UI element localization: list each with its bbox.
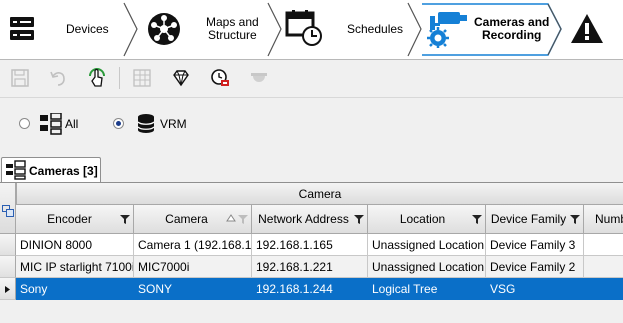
cell-number[interactable] [584, 278, 623, 300]
column-header-label: Encoder [47, 212, 92, 226]
nav-label-cameras-and-recording: Cameras and Recording [474, 15, 550, 42]
cell-network-address[interactable]: 192.168.1.244 [252, 278, 368, 300]
column-header-label: Numb [595, 212, 623, 226]
row-selector[interactable] [0, 278, 16, 300]
current-row-arrow-icon [5, 286, 10, 293]
filter-all-label: All [65, 117, 79, 131]
tab-strip: Cameras [3] [0, 152, 623, 183]
filter-bar: All VRM [0, 97, 623, 153]
table-row[interactable]: MIC IP starlight 7100i MIC7000i 192.168.… [0, 256, 623, 278]
tab-cameras[interactable]: Cameras [3] [1, 157, 101, 182]
camera-gear-icon [427, 12, 467, 48]
calendar-clock-icon [285, 10, 322, 46]
filter-funnel-icon[interactable] [471, 214, 483, 225]
toolbar-separator [119, 67, 120, 89]
warning-icon [571, 14, 603, 43]
cameras-grid: Camera Encoder Camera Network Address Lo… [0, 183, 623, 323]
diamond-icon[interactable] [170, 67, 192, 89]
filter-vrm-label: VRM [160, 117, 187, 131]
cell-location[interactable]: Logical Tree [368, 278, 486, 300]
column-header-location[interactable]: Location [368, 205, 486, 234]
group-header-camera: Camera [16, 183, 623, 205]
row-selector[interactable] [0, 256, 16, 278]
filter-all-radio[interactable] [19, 118, 30, 129]
cell-device-family[interactable]: VSG [486, 278, 584, 300]
schedule-record-icon[interactable] [209, 67, 231, 89]
network-hub-icon [148, 13, 180, 45]
camera-list-icon [6, 160, 26, 180]
dome-camera-icon[interactable] [248, 67, 270, 89]
filter-funnel-icon[interactable] [119, 214, 131, 225]
cell-encoder[interactable]: Sony [16, 278, 134, 300]
row-selector[interactable] [0, 234, 16, 256]
server-icon [10, 17, 34, 40]
cell-number[interactable] [584, 256, 623, 278]
nav-label-devices: Devices [66, 22, 109, 36]
column-header-camera[interactable]: Camera [134, 205, 252, 234]
column-header-network-address[interactable]: Network Address [252, 205, 368, 234]
filter-vrm-radio[interactable] [113, 118, 124, 129]
column-header-encoder[interactable]: Encoder [16, 205, 134, 234]
column-header-label: Network Address [258, 212, 349, 226]
nav-label-maps-and-structure: Maps and Structure [206, 15, 259, 42]
save-icon[interactable] [9, 67, 31, 89]
column-header-number[interactable]: Numb [584, 205, 623, 234]
cell-device-family[interactable]: Device Family 3 [486, 234, 584, 256]
nav-label-schedules: Schedules [347, 22, 404, 36]
toolbar [0, 60, 623, 96]
cell-location[interactable]: Unassigned Location [368, 234, 486, 256]
cell-number[interactable] [584, 234, 623, 256]
cell-camera[interactable]: SONY [134, 278, 252, 300]
column-chooser-icon [2, 205, 14, 217]
main-navigation: Devices Maps and Structure Schedules Cam… [0, 0, 623, 60]
tab-cameras-label: Cameras [3] [29, 164, 98, 178]
group-header-label: Camera [298, 187, 342, 201]
cell-encoder[interactable]: DINION 8000 [16, 234, 134, 256]
grid-corner[interactable] [0, 183, 16, 234]
cell-camera[interactable]: Camera 1 (192.168.1. [134, 234, 252, 256]
filter-funnel-icon[interactable] [237, 214, 249, 225]
device-tree-icon [40, 113, 62, 135]
column-header-device-family[interactable]: Device Family [486, 205, 584, 234]
table-config-icon[interactable] [131, 67, 153, 89]
cell-network-address[interactable]: 192.168.1.165 [252, 234, 368, 256]
cell-location[interactable]: Unassigned Location [368, 256, 486, 278]
touch-refresh-icon[interactable] [86, 67, 108, 89]
table-row-selected[interactable]: Sony SONY 192.168.1.244 Logical Tree VSG [0, 278, 623, 300]
filter-funnel-icon[interactable] [569, 214, 581, 225]
database-icon [137, 114, 155, 133]
column-header-label: Location [399, 212, 446, 226]
cell-network-address[interactable]: 192.168.1.221 [252, 256, 368, 278]
sort-ascending-icon [226, 214, 236, 222]
cell-encoder[interactable]: MIC IP starlight 7100i [16, 256, 134, 278]
undo-icon[interactable] [47, 67, 69, 89]
cell-camera[interactable]: MIC7000i [134, 256, 252, 278]
cell-device-family[interactable]: Device Family 2 [486, 256, 584, 278]
table-row[interactable]: DINION 8000 Camera 1 (192.168.1. 192.168… [0, 234, 623, 256]
filter-funnel-icon[interactable] [353, 214, 365, 225]
